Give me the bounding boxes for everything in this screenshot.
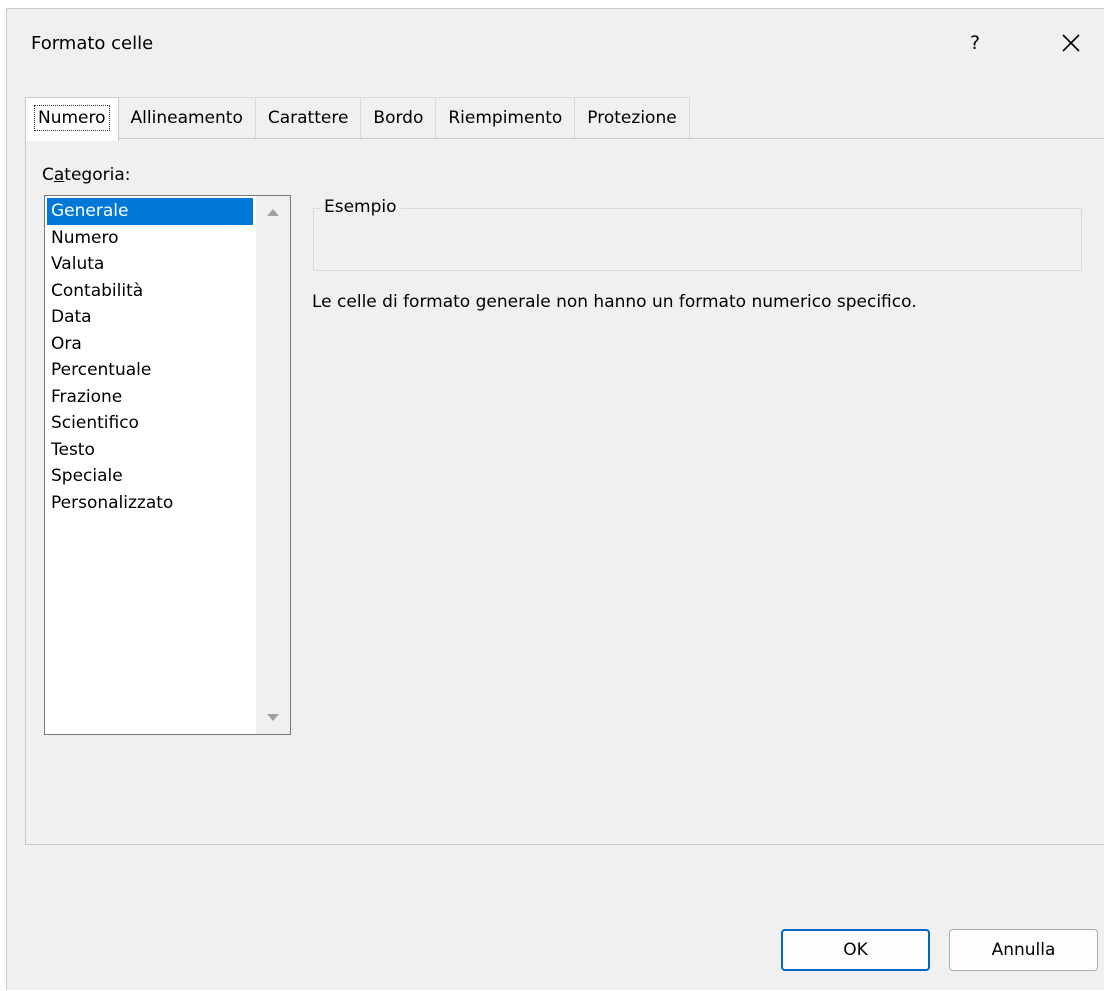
category-scrollbar[interactable] xyxy=(256,196,290,734)
category-item-scientifico[interactable]: Scientifico xyxy=(47,410,253,437)
cancel-button[interactable]: Annulla xyxy=(949,929,1098,971)
example-groupbox xyxy=(313,208,1082,271)
ok-button[interactable]: OK xyxy=(781,929,930,971)
category-item-speciale[interactable]: Speciale xyxy=(47,463,253,490)
category-label: Categoria: xyxy=(42,165,130,185)
category-label-suffix: tegoria: xyxy=(64,165,131,185)
format-description: Le celle di formato generale non hanno u… xyxy=(312,292,917,312)
category-item-personalizzato[interactable]: Personalizzato xyxy=(47,490,253,517)
tab-numero[interactable]: Numero xyxy=(25,97,119,141)
category-item-generale[interactable]: Generale xyxy=(47,198,253,225)
category-item-frazione[interactable]: Frazione xyxy=(47,384,253,411)
title-bar: Formato celle ? xyxy=(7,9,1104,81)
category-label-prefix: C xyxy=(42,165,54,185)
tab-label: Numero xyxy=(34,105,110,131)
close-icon xyxy=(1062,34,1080,52)
category-label-accel: a xyxy=(53,165,65,185)
tab-allineamento[interactable]: Allineamento xyxy=(117,97,256,139)
dialog-footer: OK Annulla xyxy=(7,845,1104,991)
category-list: Generale Numero Valuta Contabilità Data … xyxy=(47,198,253,516)
tab-protezione[interactable]: Protezione xyxy=(574,97,690,139)
category-item-data[interactable]: Data xyxy=(47,304,253,331)
tab-riempimento[interactable]: Riempimento xyxy=(435,97,576,139)
scroll-up-arrow-icon[interactable] xyxy=(256,198,290,228)
tab-bordo[interactable]: Bordo xyxy=(360,97,437,139)
close-button[interactable] xyxy=(1049,23,1093,63)
dialog-title: Formato celle xyxy=(31,33,154,54)
format-cells-dialog: Formato celle ? Numero Allineamento Cara… xyxy=(6,8,1104,990)
example-label: Esempio xyxy=(320,197,401,217)
category-item-contabilita[interactable]: Contabilità xyxy=(47,278,253,305)
category-item-valuta[interactable]: Valuta xyxy=(47,251,253,278)
scroll-down-arrow-icon[interactable] xyxy=(256,702,290,732)
category-item-testo[interactable]: Testo xyxy=(47,437,253,464)
tab-strip: Numero Allineamento Carattere Bordo Riem… xyxy=(25,97,690,141)
tab-panel-numero: Categoria: Generale Numero Valuta Contab… xyxy=(25,138,1104,845)
tab-carattere[interactable]: Carattere xyxy=(254,97,362,139)
category-item-ora[interactable]: Ora xyxy=(47,331,253,358)
help-button[interactable]: ? xyxy=(955,23,995,63)
category-listbox[interactable]: Generale Numero Valuta Contabilità Data … xyxy=(44,195,291,735)
category-item-percentuale[interactable]: Percentuale xyxy=(47,357,253,384)
category-item-numero[interactable]: Numero xyxy=(47,225,253,252)
